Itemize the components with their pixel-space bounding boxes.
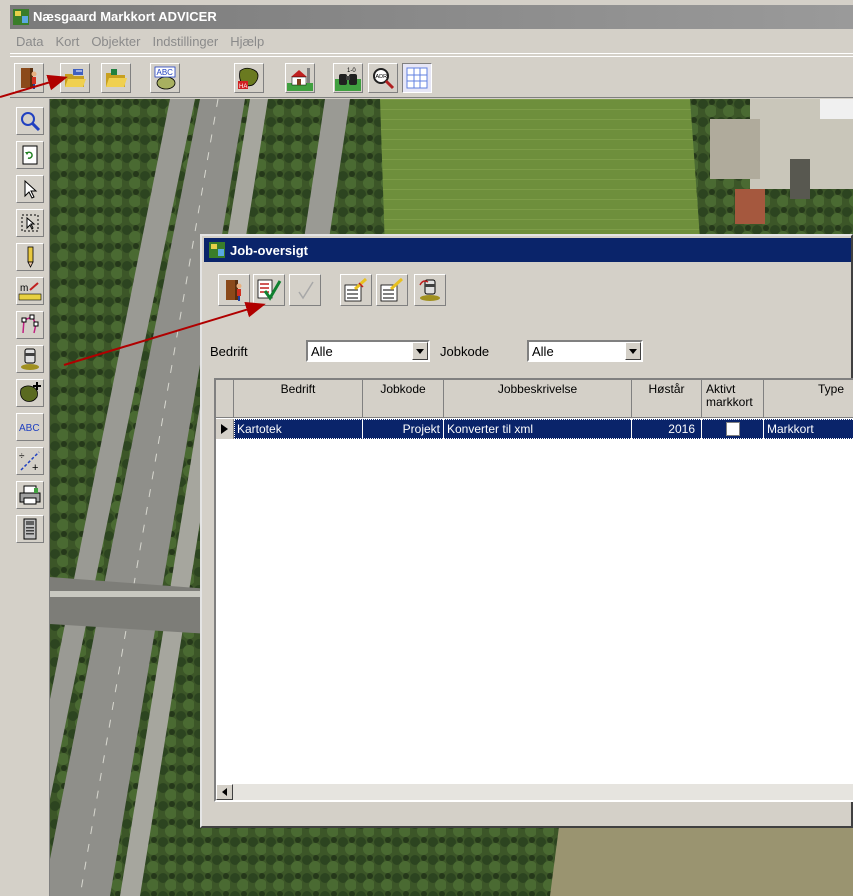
annotation-arrows bbox=[0, 74, 266, 366]
arrow-to-select-job bbox=[63, 301, 266, 366]
arrow-to-open-job bbox=[0, 74, 68, 98]
